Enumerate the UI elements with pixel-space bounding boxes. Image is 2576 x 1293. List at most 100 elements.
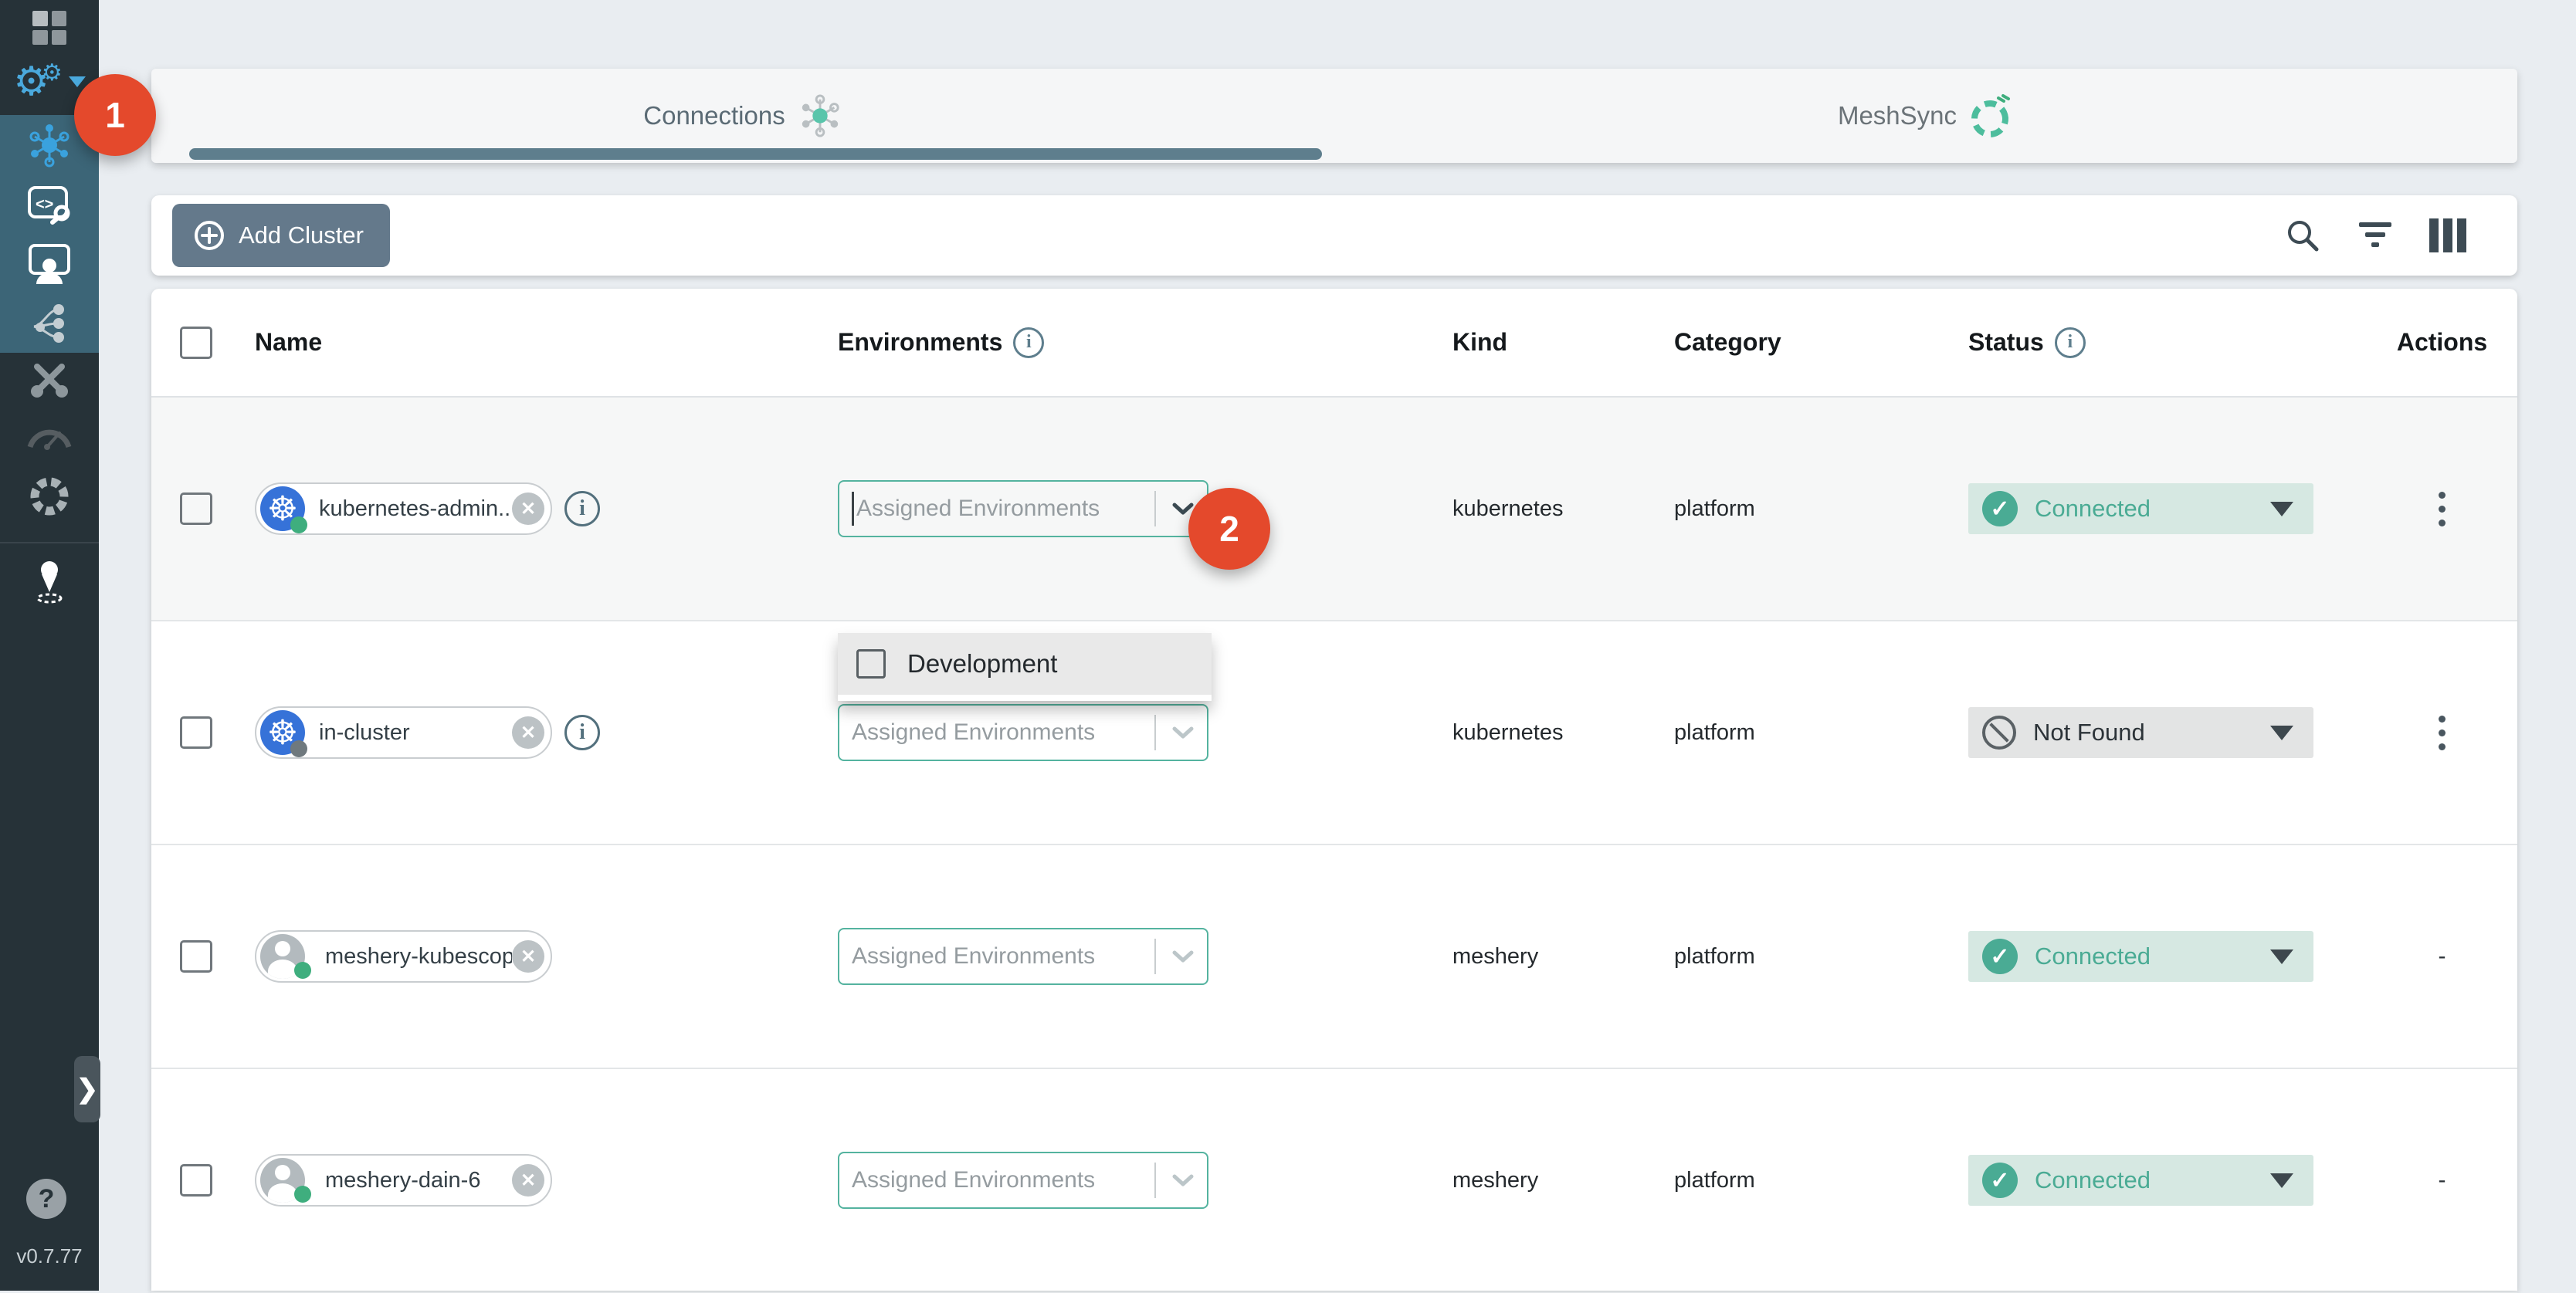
column-actions: Actions [2397, 328, 2487, 357]
close-icon: ✕ [520, 1169, 536, 1192]
screen-person-icon [27, 242, 72, 286]
status-chip[interactable]: ✓ Connected [1968, 1155, 2313, 1206]
remove-connection-button[interactable]: ✕ [512, 940, 544, 973]
connection-chip[interactable]: ☸ kubernetes-admin... ✕ [255, 482, 552, 535]
filter-button[interactable] [2358, 222, 2392, 249]
environments-placeholder: Assigned Environments [852, 1167, 1147, 1193]
category-value: platform [1674, 496, 1755, 522]
status-label: Connected [2035, 495, 2151, 523]
location-pin-icon [28, 558, 71, 604]
status-label: Not Found [2033, 719, 2145, 746]
status-info-icon[interactable]: i [2055, 327, 2086, 358]
sidebar-item-toolkit[interactable] [0, 351, 99, 407]
connection-chip[interactable]: meshery-kubescop... ✕ [255, 930, 552, 983]
notfound-status-dot [290, 740, 307, 757]
chevron-down-icon[interactable] [1171, 949, 1195, 964]
kubernetes-logo-icon: ☸ [260, 710, 305, 755]
tab-meshsync-label: MeshSync [1838, 101, 1957, 130]
row-actions-menu-button[interactable] [2434, 487, 2450, 531]
crossed-tools-icon [28, 357, 71, 401]
search-button[interactable] [2284, 217, 2321, 254]
select-divider [1154, 1163, 1156, 1198]
column-category: Category [1674, 328, 1781, 357]
environments-select[interactable]: Assigned Environments [838, 1152, 1208, 1209]
table-row: meshery-kubescop... ✕ Assigned Environme… [151, 845, 2517, 1069]
column-environments: Environments [838, 328, 1002, 357]
sidebar-item-performance[interactable] [0, 406, 99, 462]
row-checkbox[interactable] [180, 492, 212, 525]
row-checkbox[interactable] [180, 1164, 212, 1197]
environments-select[interactable]: Assigned Environments [838, 480, 1208, 537]
connections-mesh-icon [26, 122, 73, 168]
close-icon: ✕ [520, 946, 536, 968]
environments-info-icon[interactable]: i [1013, 327, 1044, 358]
connection-info-icon[interactable]: i [564, 715, 600, 750]
status-chip[interactable]: ✓ Connected [1968, 931, 2313, 982]
chevron-down-icon[interactable] [1171, 725, 1195, 740]
connection-info-icon[interactable]: i [564, 491, 600, 526]
help-button[interactable]: ? [26, 1179, 66, 1219]
connection-chip[interactable]: ☸ in-cluster ✕ [255, 706, 552, 759]
environment-option-development[interactable]: Development [838, 633, 1212, 695]
remove-connection-button[interactable]: ✕ [512, 492, 544, 525]
close-icon: ✕ [520, 498, 536, 520]
caret-down-icon [2270, 1173, 2293, 1188]
gauge-icon [25, 418, 73, 450]
connections-table: Name Environments i Kind Category Status… [151, 289, 2517, 1291]
development-checkbox[interactable] [856, 649, 886, 679]
connected-status-dot [290, 516, 307, 533]
tab-meshsync[interactable]: MeshSync [1334, 69, 2517, 163]
connection-name: kubernetes-admin... [305, 496, 512, 522]
dashboard-icon [32, 11, 66, 45]
remove-connection-button[interactable]: ✕ [512, 1164, 544, 1197]
caret-down-icon [2270, 502, 2293, 516]
environments-select[interactable]: Assigned Environments [838, 928, 1208, 985]
sidebar-divider [0, 542, 99, 543]
select-all-checkbox[interactable] [180, 327, 212, 359]
environments-select[interactable]: Assigned Environments [838, 704, 1208, 761]
kind-value: meshery [1452, 1168, 1538, 1193]
status-chip[interactable]: ✓ Connected [1968, 483, 2313, 534]
view-columns-button[interactable] [2429, 218, 2466, 252]
category-value: platform [1674, 720, 1755, 746]
sidebar-item-dashboard[interactable] [0, 0, 99, 56]
annotation-step-1-badge: 1 [74, 74, 156, 156]
connection-chip[interactable]: meshery-dain-6 ✕ [255, 1154, 552, 1207]
search-icon [2284, 217, 2321, 254]
select-divider [1154, 715, 1156, 750]
sidebar-item-remote-sessions[interactable] [0, 234, 99, 293]
connected-status-dot [294, 962, 311, 979]
row-checkbox[interactable] [180, 940, 212, 973]
remove-connection-button[interactable]: ✕ [512, 716, 544, 749]
connection-name: meshery-dain-6 [322, 1168, 512, 1193]
sidebar-item-configuration[interactable]: <> [0, 174, 99, 234]
kind-value: meshery [1452, 944, 1538, 970]
actions-empty: - [2439, 943, 2446, 970]
chevron-down-icon[interactable] [1171, 1173, 1195, 1188]
row-checkbox[interactable] [180, 716, 212, 749]
connection-name: in-cluster [305, 720, 512, 746]
sidebar-item-workflows[interactable] [0, 293, 99, 353]
tab-connections-label: Connections [643, 101, 785, 130]
chevron-down-icon [69, 76, 86, 87]
sidebar-item-mesh-map[interactable] [0, 553, 99, 609]
kind-value: kubernetes [1452, 496, 1564, 522]
row-actions-menu-button[interactable] [2434, 711, 2450, 755]
code-window-icon: <> [27, 184, 72, 225]
environments-dropdown: Development [838, 633, 1212, 701]
development-label: Development [907, 649, 1057, 679]
select-divider [1154, 939, 1156, 974]
sidebar-item-mesh-adapters[interactable] [0, 469, 99, 524]
gears-icon: ⚙⚙ [13, 62, 63, 102]
close-icon: ✕ [520, 722, 536, 744]
status-chip[interactable]: Not Found [1968, 707, 2313, 758]
check-circle-icon: ✓ [1982, 1163, 2018, 1198]
active-tab-indicator [189, 148, 1322, 160]
environments-placeholder: Assigned Environments [852, 943, 1147, 970]
meshery-ring-icon [28, 475, 71, 518]
annotation-step-2-badge: 2 [1188, 488, 1270, 570]
workflow-icon [28, 302, 71, 345]
sidebar: ⚙⚙ <> [0, 0, 99, 1291]
expand-sidebar-button[interactable]: ❯ [74, 1056, 100, 1122]
add-cluster-button[interactable]: Add Cluster [172, 204, 390, 267]
